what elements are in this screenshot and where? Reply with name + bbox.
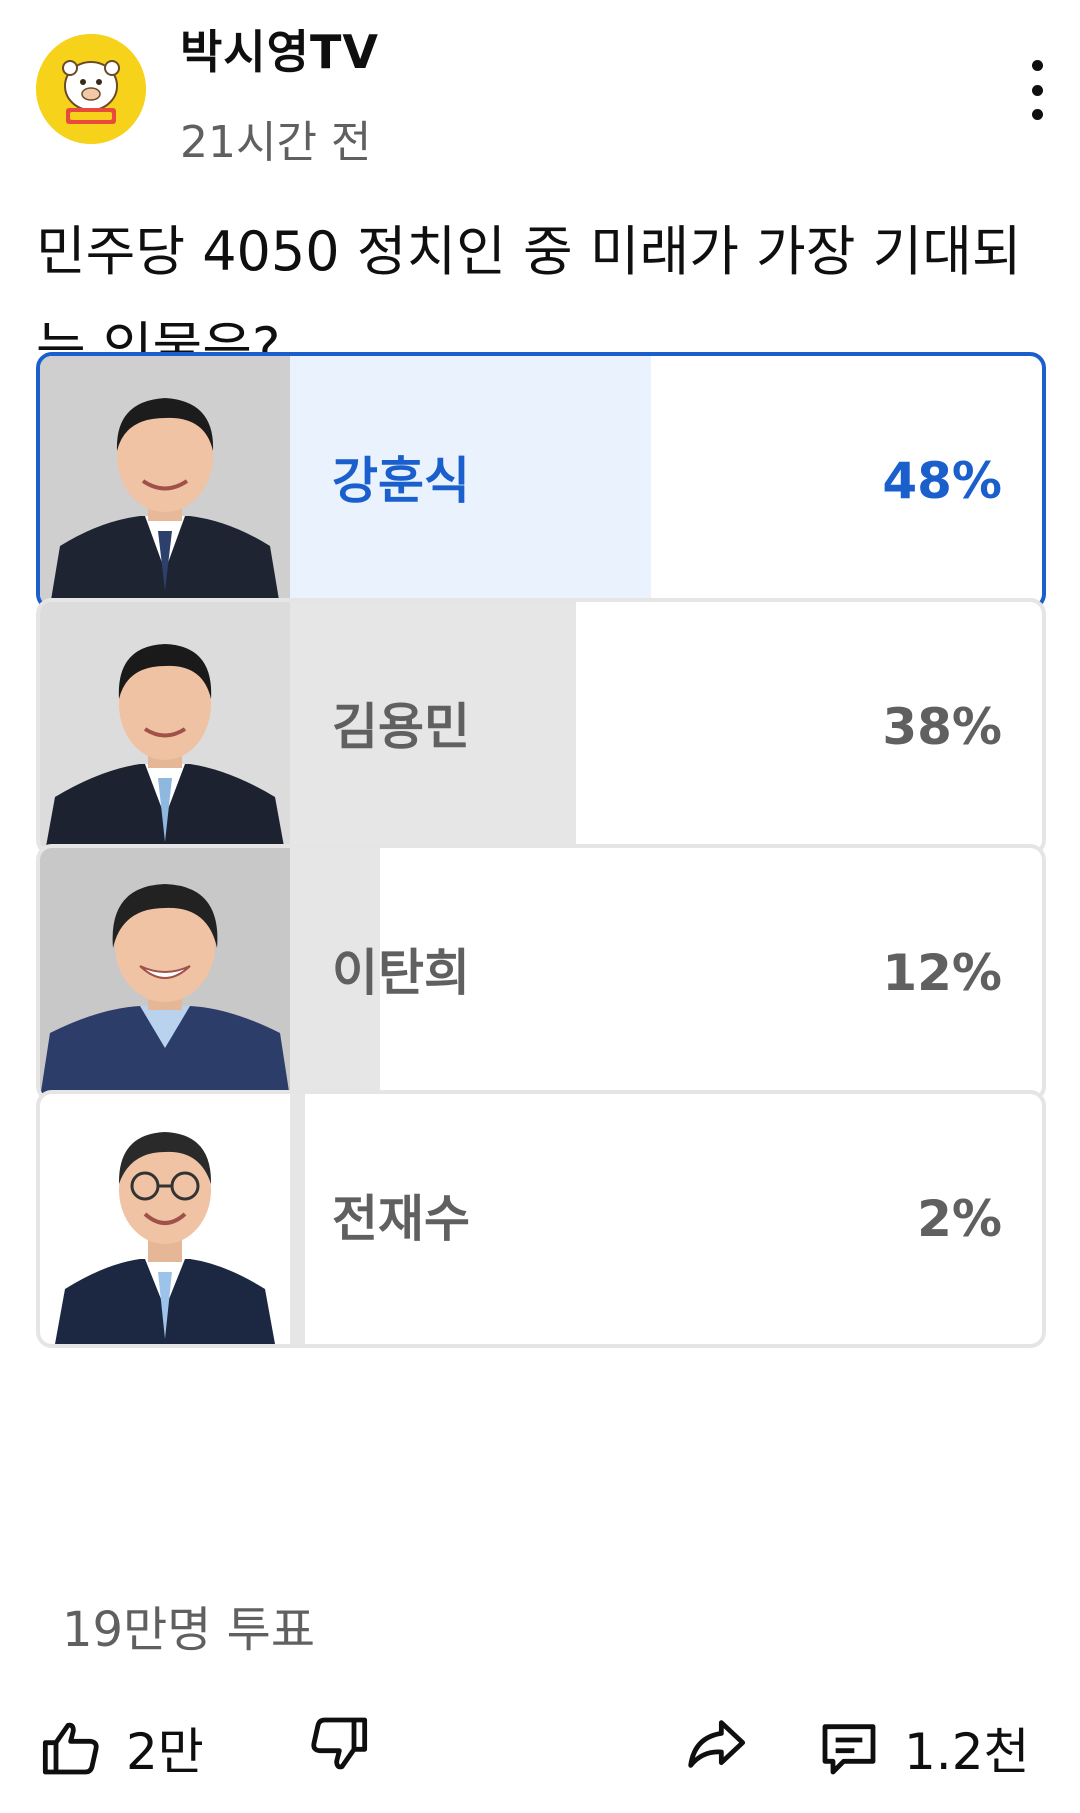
candidate-photo [40, 848, 290, 1098]
option-percent: 2% [917, 1190, 1002, 1248]
more-options-button[interactable] [1012, 60, 1062, 120]
poll-option-4[interactable]: 전재수 2% [36, 1090, 1046, 1348]
thumbs-up-icon [42, 1722, 99, 1775]
option-percent: 48% [882, 452, 1002, 510]
share-icon [688, 1720, 746, 1768]
like-count: 2만 [126, 1723, 204, 1781]
option-label: 김용민 [332, 698, 470, 756]
poll-option-1[interactable]: 강훈식 48% [36, 352, 1046, 610]
more-vertical-icon [1031, 60, 1043, 71]
poll-option-3[interactable]: 이탄희 12% [36, 844, 1046, 1102]
post-header: 박시영TV 21시간 전 [0, 0, 1080, 180]
channel-avatar[interactable] [36, 34, 146, 144]
option-percent: 12% [882, 944, 1002, 1002]
candidate-photo [40, 602, 290, 852]
channel-name[interactable]: 박시영TV [180, 16, 379, 82]
candidate-photo [40, 356, 290, 606]
vote-count: 19만명 투표 [62, 1602, 315, 1658]
vote-bar [290, 1094, 305, 1344]
option-percent: 38% [882, 698, 1002, 756]
candidate-photo [40, 1094, 290, 1344]
mascot-avatar-icon [36, 34, 146, 144]
option-label: 강훈식 [332, 452, 470, 510]
option-label: 전재수 [332, 1190, 470, 1248]
post-time: 21시간 전 [180, 117, 372, 168]
poll-option-2[interactable]: 김용민 38% [36, 598, 1046, 856]
dislike-button[interactable] [306, 1712, 370, 1776]
like-button[interactable]: 2만 [40, 1712, 204, 1784]
comment-count: 1.2천 [904, 1723, 1030, 1781]
thumbs-down-icon [311, 1717, 368, 1770]
share-button[interactable] [682, 1712, 750, 1776]
option-label: 이탄희 [332, 944, 470, 1002]
comment-button[interactable]: 1.2천 [816, 1712, 1030, 1784]
comment-icon [822, 1724, 876, 1775]
